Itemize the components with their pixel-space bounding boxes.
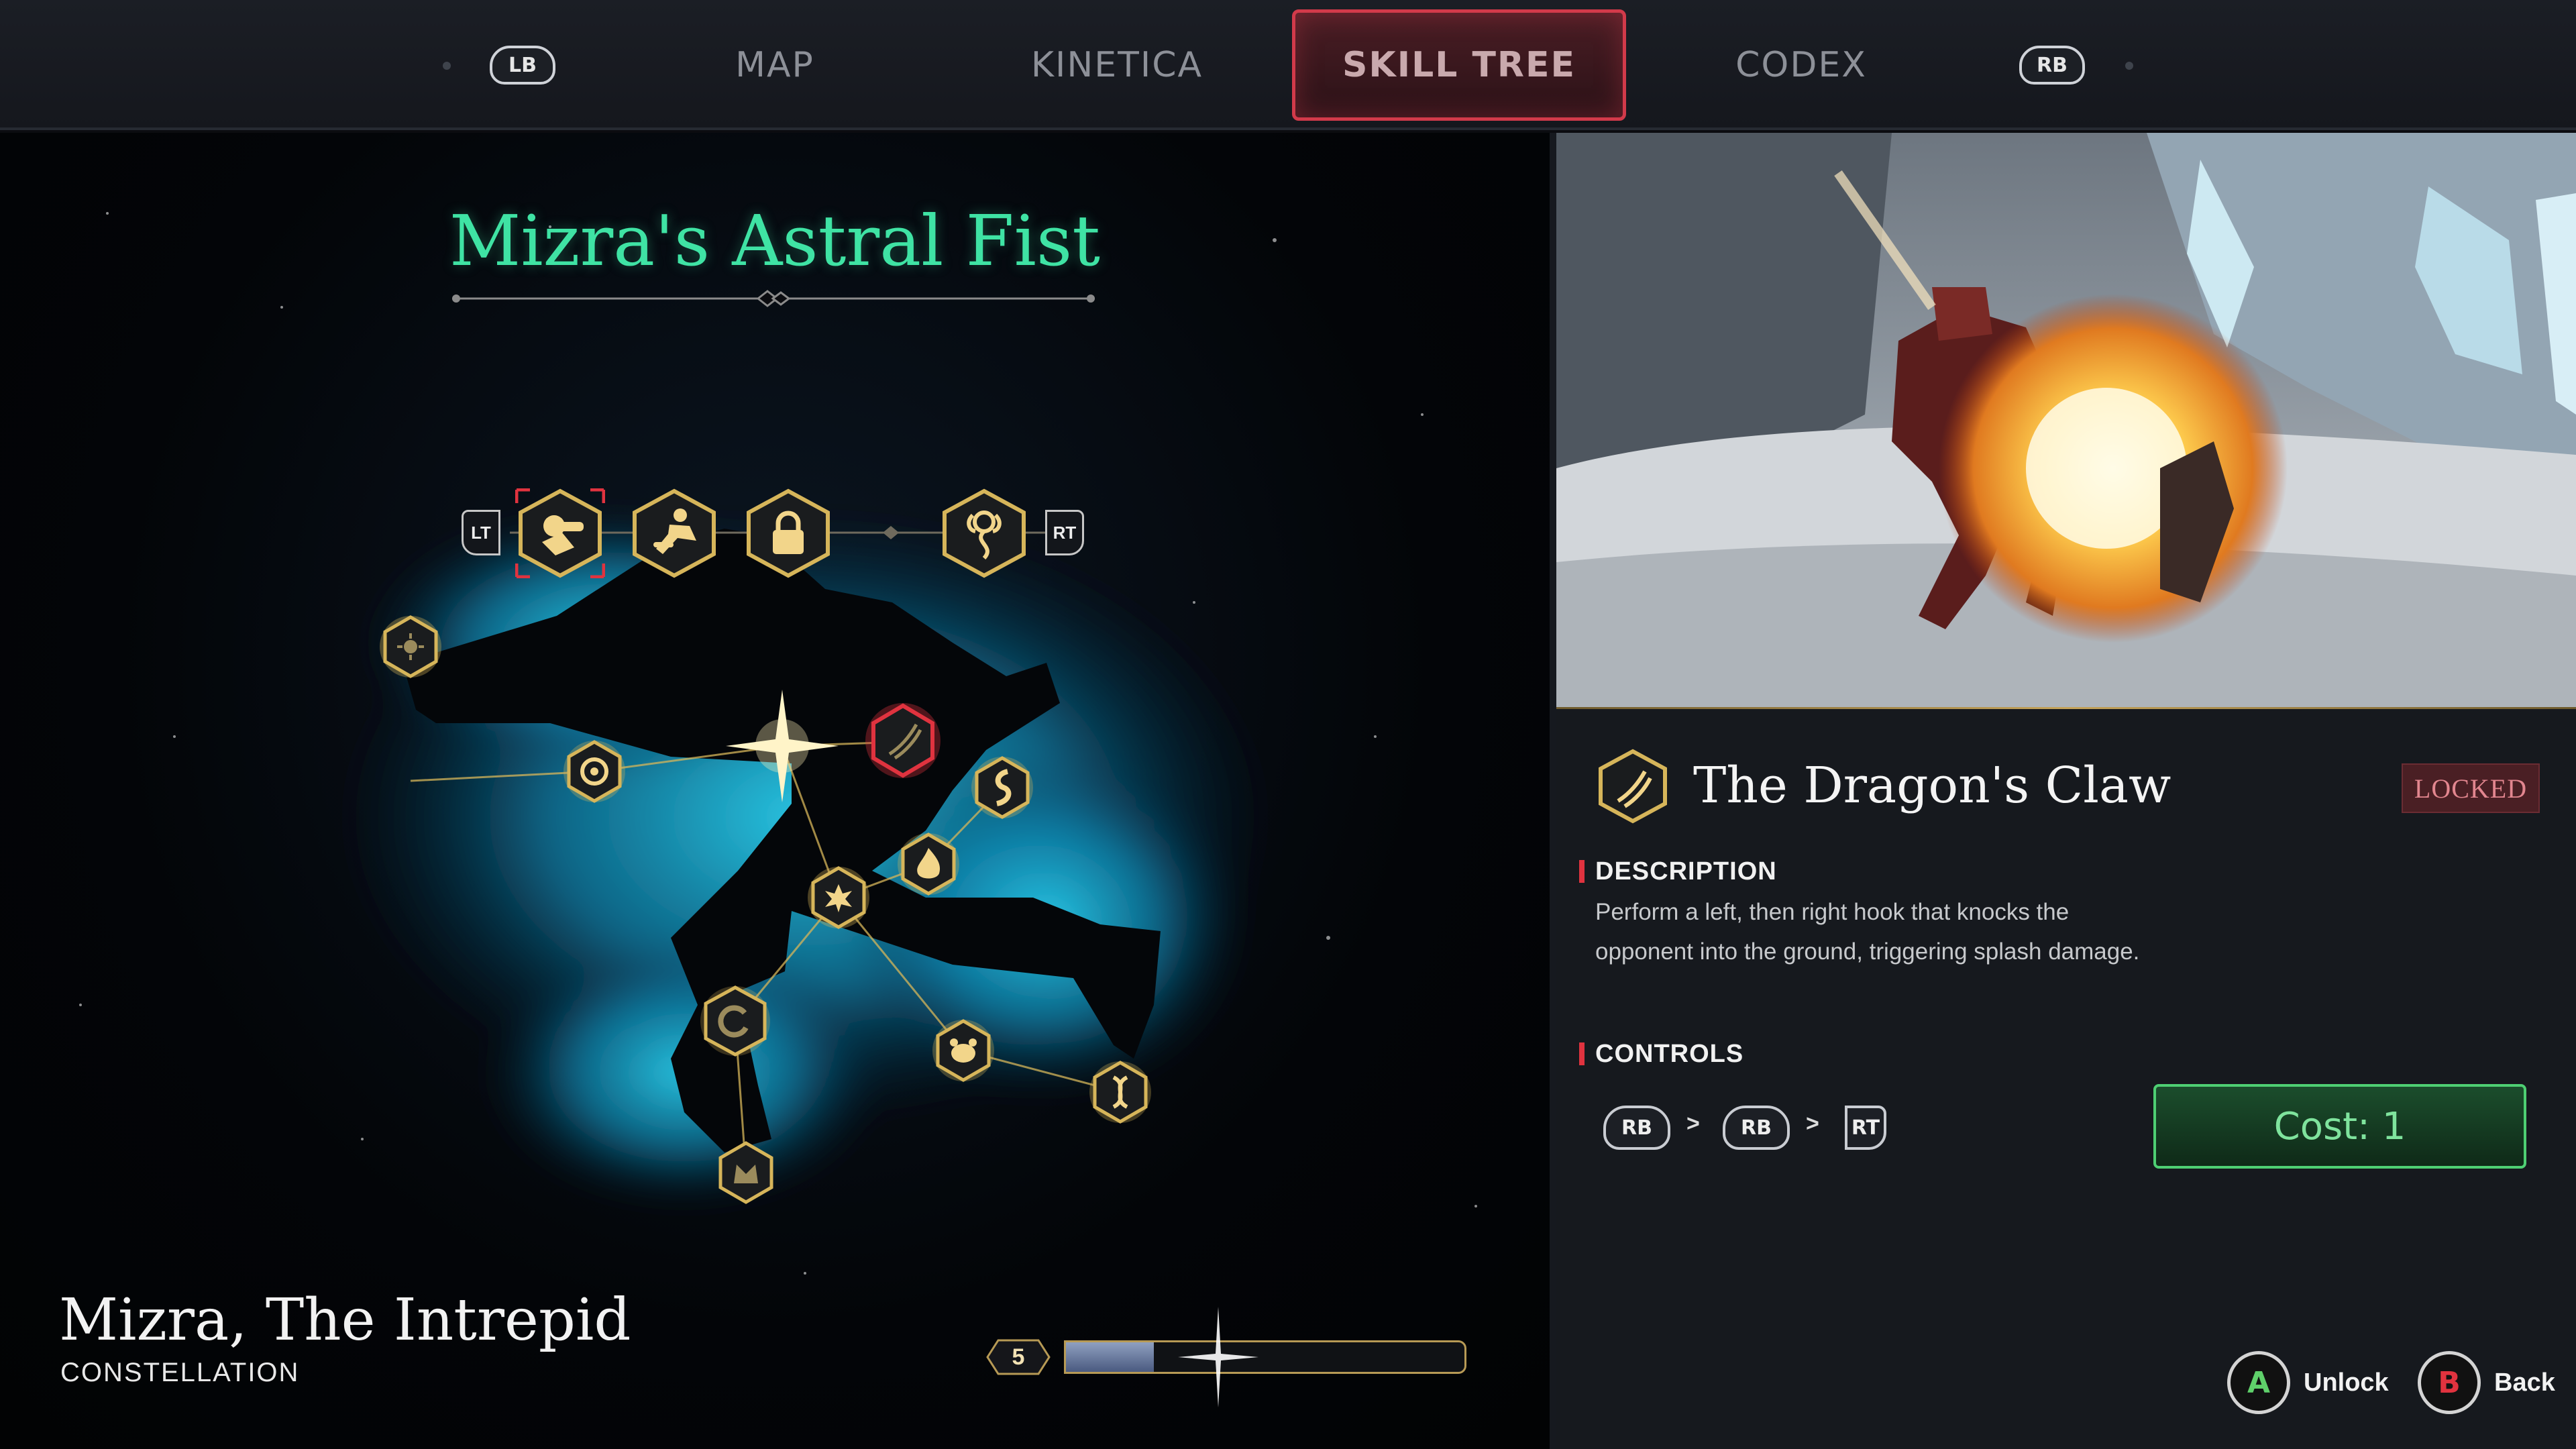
unlock-label: Unlock	[2304, 1368, 2389, 1397]
description-heading: DESCRIPTION	[1579, 857, 1777, 886]
starfield	[79, 212, 1477, 1275]
control-arrow: >	[1806, 1111, 1819, 1136]
skill-tree-title: Mizra's Astral Fist	[449, 200, 1101, 282]
cost-button[interactable]: Cost: 1	[2153, 1084, 2526, 1169]
rt-trigger-button[interactable]: RT	[1045, 510, 1084, 555]
a-button-icon: A	[2227, 1351, 2290, 1414]
tab-codex-label: CODEX	[1735, 45, 1867, 85]
nav-dot	[443, 62, 451, 70]
xp-progress-fill	[1066, 1342, 1154, 1372]
controls-heading: CONTROLS	[1579, 1040, 1743, 1069]
skill-node-crown[interactable]	[712, 1139, 780, 1206]
progress-sparkle	[1178, 1307, 1258, 1407]
back-prompt[interactable]: B Back	[2418, 1351, 2555, 1414]
constellation-panel: Mizra's Astral Fist LT RT Mizra, The Int…	[0, 133, 1550, 1449]
unlock-prompt[interactable]: A Unlock	[2227, 1351, 2389, 1414]
skill-detail-panel: The Dragon's Claw LOCKED DESCRIPTION Per…	[1556, 133, 2576, 1449]
skill-hex-icon	[1599, 749, 1667, 824]
skill-node-beast[interactable]	[930, 1017, 997, 1084]
constellation-label: CONSTELLATION	[60, 1358, 300, 1387]
skill-node-whirl[interactable]	[561, 738, 628, 805]
skill-node-flame[interactable]	[895, 830, 962, 898]
skill-description: Perform a left, then right hook that kno…	[1595, 899, 2140, 965]
control-arrow: >	[1686, 1111, 1700, 1136]
skill-name: The Dragon's Claw	[1693, 757, 2171, 814]
rb-label: RB	[2019, 46, 2085, 85]
tree-tab-locked[interactable]	[743, 488, 833, 578]
constellation-name: Mizra, The Intrepid	[59, 1287, 631, 1354]
b-button-icon: B	[2418, 1351, 2481, 1414]
rb-bumper-button[interactable]: RB	[2019, 0, 2085, 130]
top-nav-bar: LB MAP KINETICA SKILL TREE CODEX RB	[0, 0, 2576, 130]
skill-node-serpent[interactable]	[969, 754, 1036, 821]
back-label: Back	[2494, 1368, 2555, 1397]
skill-node-burst[interactable]	[805, 864, 872, 931]
panel-divider	[1550, 133, 1556, 1449]
tab-skill-tree-label: SKILL TREE	[1342, 45, 1576, 85]
skill-node-dragons-claw-selected[interactable]	[863, 700, 943, 781]
tab-kinetica[interactable]: KINETICA	[1000, 0, 1234, 130]
tab-skill-tree[interactable]: SKILL TREE	[1292, 9, 1626, 121]
lt-trigger-button[interactable]: LT	[462, 510, 500, 555]
fire-burst	[1939, 294, 2288, 643]
tree-tab-fist-strike[interactable]	[515, 488, 605, 578]
skill-preview-video	[1556, 133, 2576, 707]
nav-dot	[2125, 62, 2133, 70]
title-ornament	[452, 290, 1095, 307]
skill-node-radiance[interactable]	[377, 613, 444, 680]
control-rt: RT	[1845, 1106, 1886, 1150]
tab-map[interactable]: MAP	[691, 0, 859, 130]
level-value: 5	[1012, 1344, 1025, 1370]
lb-bumper-button[interactable]: LB	[490, 0, 555, 130]
control-rb-2: RB	[1723, 1106, 1790, 1150]
tab-map-label: MAP	[735, 45, 814, 85]
tab-kinetica-label: KINETICA	[1030, 45, 1203, 85]
locked-status-badge: LOCKED	[2402, 763, 2540, 813]
level-badge: 5	[986, 1338, 1051, 1377]
tab-codex[interactable]: CODEX	[1717, 0, 1885, 130]
lb-label: LB	[490, 46, 555, 85]
skill-node-helix[interactable]	[1087, 1059, 1154, 1126]
skill-node-cyclone[interactable]	[698, 983, 773, 1059]
control-rb-1: RB	[1603, 1106, 1670, 1150]
tree-tab-spiral[interactable]	[939, 488, 1029, 578]
xp-progress-bar	[1064, 1340, 1466, 1374]
preview-divider	[1556, 707, 2576, 709]
tree-tab-kick[interactable]	[629, 488, 719, 578]
